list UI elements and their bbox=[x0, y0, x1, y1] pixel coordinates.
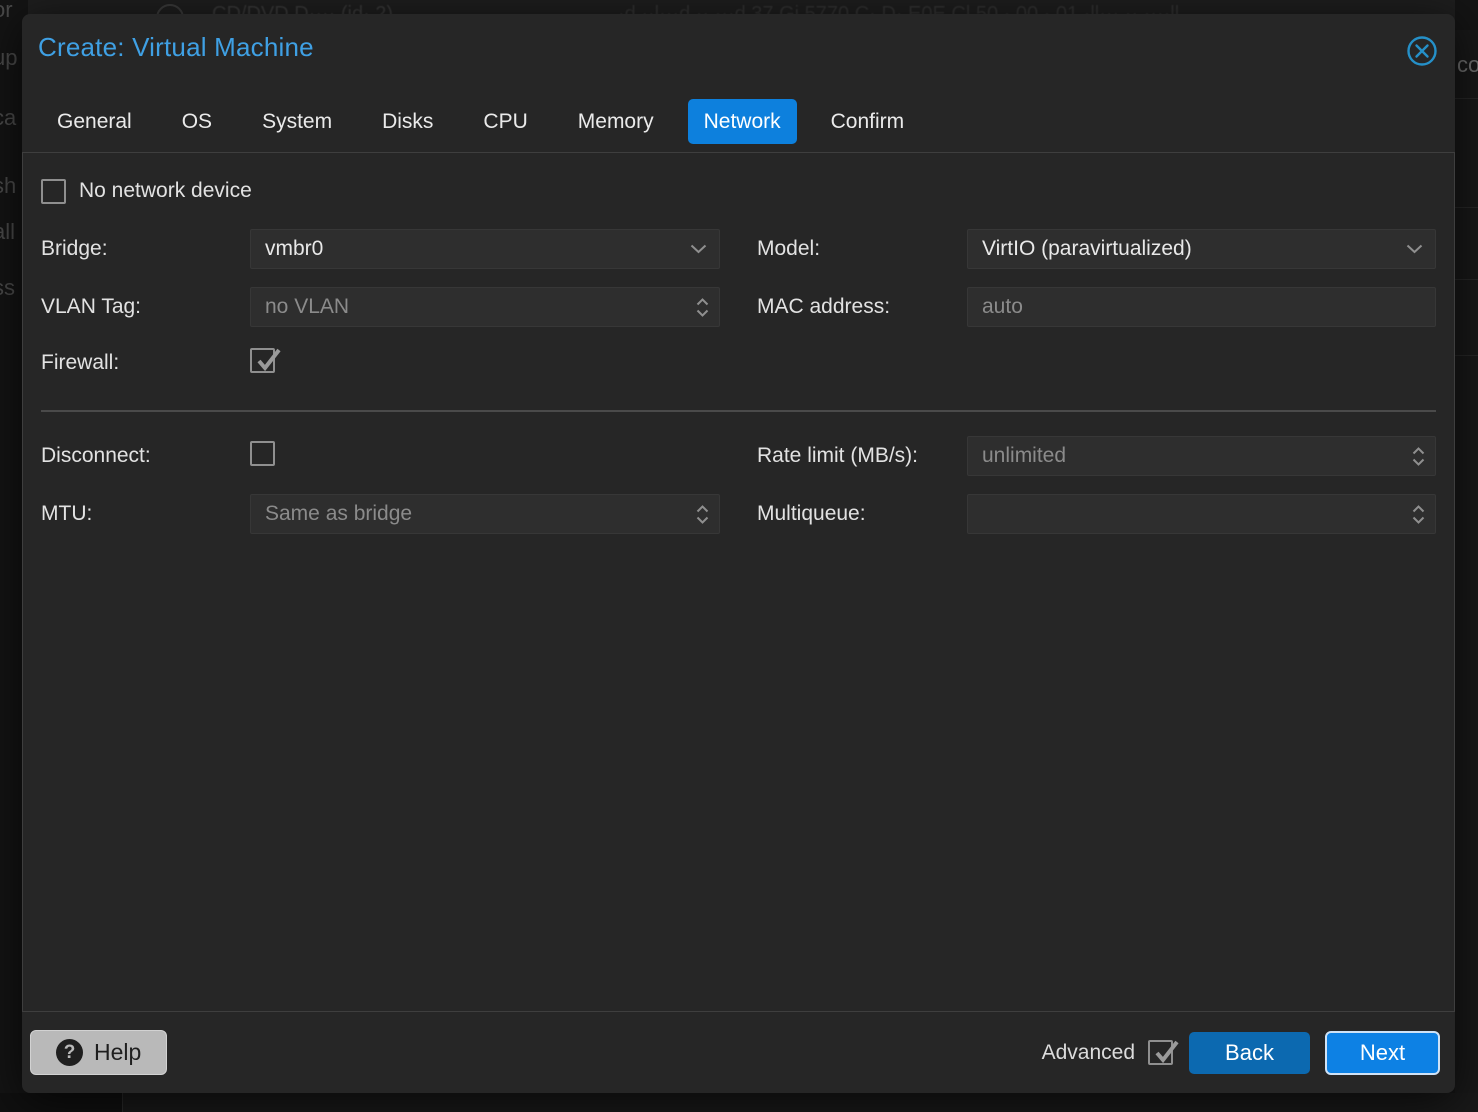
bridge-value: vmbr0 bbox=[265, 237, 323, 261]
firewall-label: Firewall: bbox=[41, 351, 250, 375]
bridge-label: Bridge: bbox=[41, 237, 250, 261]
wizard-tabs: General OS System Disks CPU Memory Netwo… bbox=[41, 99, 920, 144]
mtu-label: MTU: bbox=[41, 502, 250, 526]
tab-system[interactable]: System bbox=[246, 99, 348, 144]
firewall-checkbox[interactable] bbox=[250, 348, 275, 373]
model-label: Model: bbox=[757, 237, 967, 261]
advanced-label: Advanced bbox=[1042, 1041, 1135, 1065]
background-text-fragment: all bbox=[0, 219, 15, 245]
number-spinner-icon[interactable] bbox=[1412, 437, 1425, 475]
tab-disks[interactable]: Disks bbox=[366, 99, 449, 144]
close-icon[interactable] bbox=[1406, 35, 1438, 67]
mac-address-label: MAC address: bbox=[757, 295, 967, 319]
help-button[interactable]: ? Help bbox=[30, 1030, 167, 1075]
rate-limit-label: Rate limit (MB/s): bbox=[757, 444, 967, 468]
advanced-checkbox[interactable] bbox=[1148, 1040, 1173, 1065]
question-mark-icon: ? bbox=[56, 1039, 83, 1066]
vlan-tag-placeholder: no VLAN bbox=[265, 295, 349, 319]
mtu-placeholder: Same as bridge bbox=[265, 502, 412, 526]
chevron-down-icon[interactable] bbox=[1406, 230, 1423, 268]
rate-limit-placeholder: unlimited bbox=[982, 444, 1066, 468]
tab-network[interactable]: Network bbox=[688, 99, 797, 144]
dialog-footer: ? Help Advanced Back Next bbox=[22, 1012, 1455, 1093]
dialog-title: Create: Virtual Machine bbox=[38, 32, 314, 63]
rate-limit-input[interactable]: unlimited bbox=[967, 436, 1436, 476]
background-text-fragment: up bbox=[0, 45, 17, 71]
vlan-tag-label: VLAN Tag: bbox=[41, 295, 250, 319]
background-right-strip: co bbox=[1455, 30, 1478, 1112]
network-tab-panel: No network device Bridge: vmbr0 Model: V… bbox=[22, 152, 1455, 1012]
model-value: VirtIO (paravirtualized) bbox=[982, 237, 1192, 261]
create-vm-dialog: Create: Virtual Machine General OS Syste… bbox=[22, 14, 1455, 1093]
tab-confirm[interactable]: Confirm bbox=[815, 99, 921, 144]
background-bottom-strip bbox=[0, 1093, 1478, 1112]
advanced-section-divider bbox=[41, 410, 1436, 412]
mac-address-placeholder: auto bbox=[982, 295, 1023, 319]
multiqueue-label: Multiqueue: bbox=[757, 502, 967, 526]
back-button[interactable]: Back bbox=[1189, 1032, 1310, 1074]
bridge-combobox[interactable]: vmbr0 bbox=[250, 229, 720, 269]
no-network-device-label: No network device bbox=[79, 179, 252, 203]
disconnect-label: Disconnect: bbox=[41, 444, 250, 468]
number-spinner-icon[interactable] bbox=[696, 495, 709, 533]
number-spinner-icon[interactable] bbox=[696, 288, 709, 326]
chevron-down-icon[interactable] bbox=[690, 230, 707, 268]
number-spinner-icon[interactable] bbox=[1412, 495, 1425, 533]
tab-memory[interactable]: Memory bbox=[562, 99, 670, 144]
next-button[interactable]: Next bbox=[1325, 1031, 1440, 1075]
no-network-device-checkbox[interactable] bbox=[41, 179, 66, 204]
model-combobox[interactable]: VirtIO (paravirtualized) bbox=[967, 229, 1436, 269]
help-button-label: Help bbox=[94, 1039, 141, 1066]
background-text-fragment: sh bbox=[0, 173, 16, 199]
background-text-fragment: or bbox=[0, 0, 13, 23]
mtu-input[interactable]: Same as bridge bbox=[250, 494, 720, 534]
background-text-fragment: ss bbox=[0, 275, 15, 301]
tab-os[interactable]: OS bbox=[166, 99, 228, 144]
tab-cpu[interactable]: CPU bbox=[467, 99, 543, 144]
multiqueue-input[interactable] bbox=[967, 494, 1436, 534]
background-text-fragment: co bbox=[1457, 52, 1478, 78]
disconnect-checkbox[interactable] bbox=[250, 441, 275, 466]
background-text-fragment: ca bbox=[0, 105, 16, 131]
tab-general[interactable]: General bbox=[41, 99, 148, 144]
vlan-tag-input[interactable]: no VLAN bbox=[250, 287, 720, 327]
mac-address-input[interactable]: auto bbox=[967, 287, 1436, 327]
